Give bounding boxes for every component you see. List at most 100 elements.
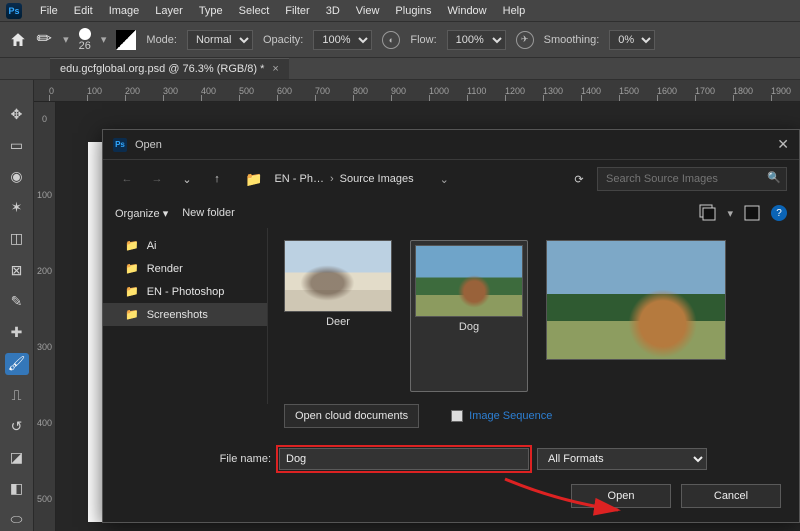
eraser-tool-icon[interactable]: ◪ (5, 446, 29, 468)
menu-window[interactable]: Window (440, 1, 495, 21)
flow-label: Flow: (410, 34, 436, 46)
menu-select[interactable]: Select (231, 1, 278, 21)
lasso-tool-icon[interactable]: ◉ (5, 165, 29, 187)
file-name-field[interactable] (279, 448, 529, 470)
cancel-button[interactable]: Cancel (681, 484, 781, 508)
folder-icon: 📁 (125, 285, 139, 298)
menu-filter[interactable]: Filter (277, 1, 317, 21)
folder-item-render[interactable]: 📁 Render (103, 257, 267, 280)
photoshop-logo-icon: Ps (6, 3, 22, 19)
thumbnail-deer[interactable]: Deer (284, 240, 392, 392)
pressure-opacity-icon[interactable]: ◐ (382, 31, 400, 49)
folder-item-ai[interactable]: 📁 Ai (103, 234, 267, 257)
chevron-right-icon: › (330, 173, 334, 185)
mode-select[interactable]: Normal (187, 30, 253, 50)
healing-tool-icon[interactable]: ✚ (5, 322, 29, 344)
brush-size-preview[interactable]: 26 (79, 28, 91, 52)
menu-file[interactable]: File (32, 1, 66, 21)
menu-3d[interactable]: 3D (318, 1, 348, 21)
marquee-tool-icon[interactable]: ▭ (5, 134, 29, 156)
crop-tool-icon[interactable]: ◫ (5, 228, 29, 250)
photoshop-mini-icon: Ps (113, 138, 127, 152)
dialog-titlebar: Ps Open ✕ (103, 130, 799, 160)
menu-plugins[interactable]: Plugins (387, 1, 439, 21)
history-brush-tool-icon[interactable]: ↺ (5, 415, 29, 437)
thumbnail-image (415, 245, 523, 317)
smoothing-select[interactable]: 0% (609, 30, 655, 50)
folder-item-screenshots[interactable]: 📁 Screenshots (103, 303, 267, 326)
folder-tree: 📁 Ai 📁 Render 📁 EN - Photoshop 📁 Screens… (103, 228, 268, 404)
search-icon[interactable]: 🔍 (767, 171, 781, 184)
help-icon[interactable]: ? (771, 205, 787, 221)
menu-view[interactable]: View (348, 1, 388, 21)
thumbnail-label: Deer (326, 316, 350, 328)
brush-tool-icon-selected[interactable]: 🖌 (5, 353, 29, 375)
new-folder-button[interactable]: New folder (182, 207, 235, 220)
nav-back-icon[interactable]: ← (115, 167, 139, 191)
document-tabbar: edu.gcfglobal.org.psd @ 76.3% (RGB/8) * … (0, 58, 800, 80)
preview-image (546, 240, 726, 360)
checkbox-icon[interactable] (451, 410, 463, 422)
nav-up-icon[interactable]: ↑ (205, 167, 229, 191)
search-field[interactable]: 🔍 (597, 167, 787, 191)
image-sequence-checkbox[interactable]: Image Sequence (451, 410, 552, 422)
organize-button[interactable]: Organize ▾ (115, 207, 168, 220)
dialog-title: Open (135, 139, 162, 151)
folder-icon: 📁 (125, 262, 139, 275)
eyedropper-tool-icon[interactable]: ✎ (5, 290, 29, 312)
stamp-tool-icon[interactable]: ⎍ (5, 384, 29, 406)
refresh-icon[interactable]: ⟳ (567, 167, 591, 191)
menu-edit[interactable]: Edit (66, 1, 101, 21)
brush-size-value: 26 (79, 40, 91, 52)
folder-icon: 📁 (245, 171, 262, 188)
document-tab-title: edu.gcfglobal.org.psd @ 76.3% (RGB/8) * (60, 63, 264, 75)
frame-tool-icon[interactable]: ⊠ (5, 259, 29, 281)
open-dialog: Ps Open ✕ ← → ⌄ ↑ 📁 EN - Ph… › Source Im… (102, 129, 800, 523)
move-tool-icon[interactable]: ✥ (5, 103, 29, 125)
menu-type[interactable]: Type (191, 1, 231, 21)
opacity-select[interactable]: 100% (313, 30, 372, 50)
folder-icon: 📁 (125, 239, 139, 252)
view-thumbnails-icon[interactable] (699, 204, 717, 222)
close-icon[interactable]: ✕ (777, 136, 789, 153)
breadcrumb[interactable]: EN - Ph… › Source Images ⌄ (274, 173, 448, 186)
nav-forward-icon[interactable]: → (145, 167, 169, 191)
folder-icon: 📁 (125, 308, 139, 321)
mode-label: Mode: (146, 34, 177, 46)
home-icon[interactable] (8, 30, 28, 50)
file-format-field[interactable]: All Formats (537, 448, 707, 470)
options-bar: ✎ ▾ 26 ▾ Mode: Normal Opacity: 100% ◐ Fl… (0, 22, 800, 58)
thumbnail-label: Dog (459, 321, 479, 333)
breadcrumb-seg-1[interactable]: EN - Ph… (274, 173, 324, 185)
open-cloud-button[interactable]: Open cloud documents (284, 404, 419, 428)
dialog-nav-row: ← → ⌄ ↑ 📁 EN - Ph… › Source Images ⌄ ⟳ 🔍 (103, 160, 799, 198)
gradient-tool-icon[interactable]: ◧ (5, 478, 29, 500)
flow-select[interactable]: 100% (447, 30, 506, 50)
opacity-label: Opacity: (263, 34, 303, 46)
menu-help[interactable]: Help (495, 1, 534, 21)
chevron-down-icon[interactable]: ⌄ (440, 173, 449, 186)
brush-tool-icon[interactable]: ✎ (32, 26, 58, 52)
brush-swatch-icon[interactable] (116, 30, 136, 50)
thumbnail-image (284, 240, 392, 312)
view-preview-icon[interactable] (743, 204, 761, 222)
document-tab[interactable]: edu.gcfglobal.org.psd @ 76.3% (RGB/8) * … (50, 58, 289, 79)
chevron-down-icon[interactable]: ⌄ (175, 167, 199, 191)
smoothing-label: Smoothing: (544, 34, 600, 46)
search-input[interactable] (597, 167, 787, 191)
thumbnail-pane: Deer Dog (268, 228, 799, 404)
chevron-down-icon[interactable]: ▾ (727, 207, 733, 220)
close-icon[interactable]: × (272, 63, 278, 75)
open-button[interactable]: Open (571, 484, 671, 508)
menu-layer[interactable]: Layer (147, 1, 191, 21)
airbrush-icon[interactable]: ✈ (516, 31, 534, 49)
magic-wand-tool-icon[interactable]: ✶ (5, 197, 29, 219)
file-format-select[interactable]: All Formats (537, 448, 707, 470)
thumbnail-dog[interactable]: Dog (410, 240, 528, 392)
file-name-label: File name: (121, 453, 271, 465)
folder-item-en-photoshop[interactable]: 📁 EN - Photoshop (103, 280, 267, 303)
breadcrumb-seg-2[interactable]: Source Images (340, 173, 414, 185)
blur-tool-icon[interactable]: ⬭ (5, 509, 29, 531)
file-name-input[interactable] (279, 448, 529, 470)
menu-image[interactable]: Image (101, 1, 148, 21)
